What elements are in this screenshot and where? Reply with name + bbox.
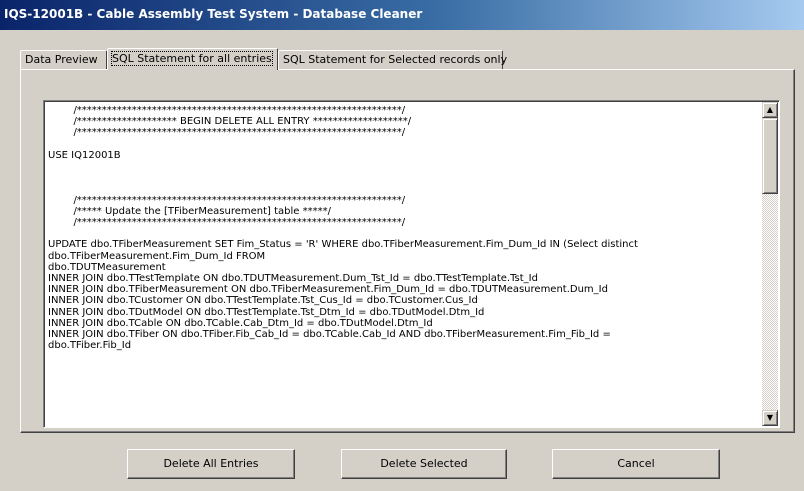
scroll-up-arrow-icon[interactable]: ▲ [762,102,778,118]
scroll-down-arrow-icon[interactable]: ▼ [762,410,778,426]
cancel-label: Cancel [617,457,655,470]
delete-all-entries-button[interactable]: Delete All Entries [127,449,295,479]
delete-selected-button[interactable]: Delete Selected [341,449,507,479]
tab-sql-selected-records[interactable]: SQL Statement for Selected records only [278,50,507,69]
sql-statement-textbox[interactable]: /***************************************… [43,100,780,428]
tab-sql-all-entries[interactable]: SQL Statement for all entries [107,48,278,70]
window-title: IQS-12001B - Cable Assembly Test System … [4,7,423,21]
tab-sql-all-entries-label: SQL Statement for all entries [111,51,273,66]
cancel-button[interactable]: Cancel [552,449,720,479]
delete-all-entries-label: Delete All Entries [163,457,259,470]
title-bar[interactable]: IQS-12001B - Cable Assembly Test System … [0,0,804,30]
sql-statement-text[interactable]: /***************************************… [48,105,758,351]
delete-selected-label: Delete Selected [380,457,468,470]
scroll-thumb[interactable] [762,118,778,194]
vertical-scrollbar[interactable]: ▲ ▼ [762,102,778,426]
tab-data-preview-label: Data Preview [25,53,98,66]
tab-data-preview[interactable]: Data Preview [20,50,107,69]
tab-sql-selected-records-label: SQL Statement for Selected records only [283,53,508,66]
